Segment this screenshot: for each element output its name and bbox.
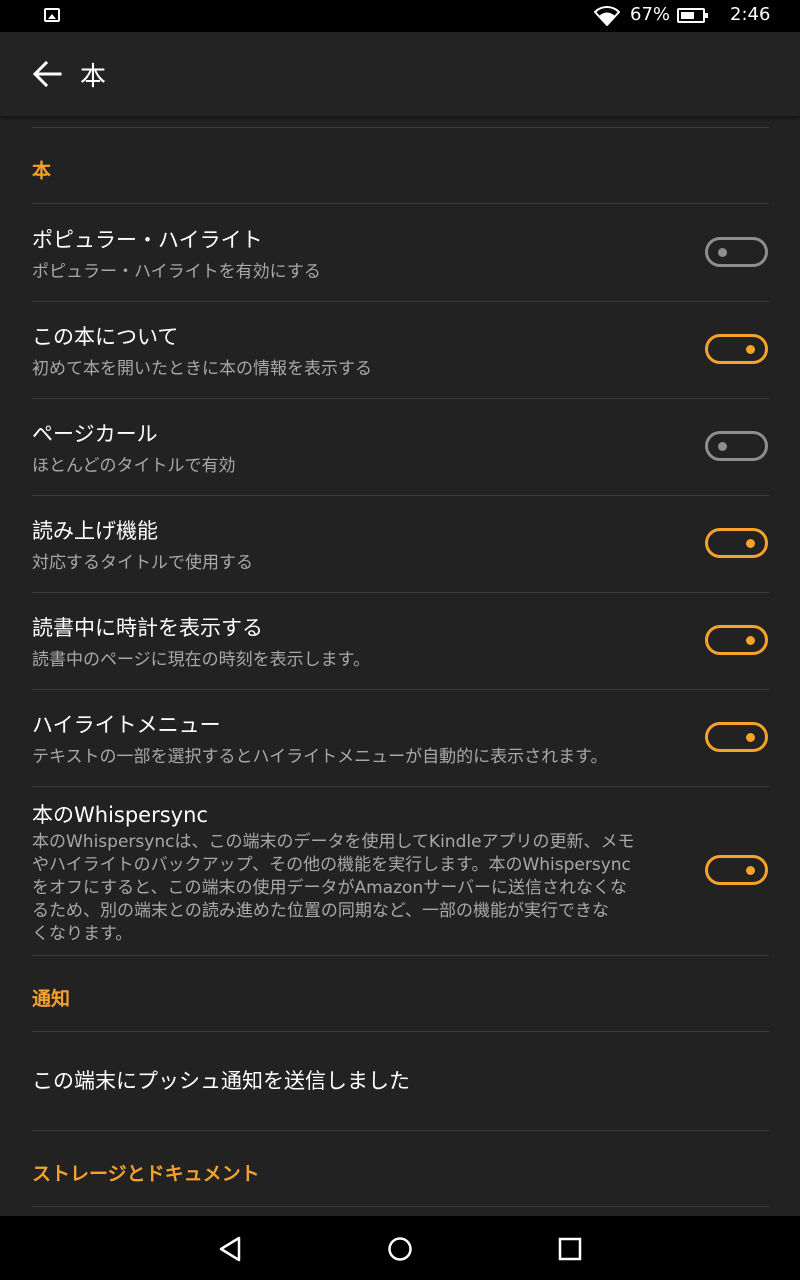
nav-back-button[interactable]	[215, 1234, 245, 1264]
setting-title: この本について	[32, 325, 179, 349]
nav-home-icon	[388, 1237, 412, 1261]
clock: 2:46	[730, 4, 771, 25]
divider	[32, 1130, 769, 1131]
nav-home-button[interactable]	[385, 1234, 415, 1264]
description-line: るため、別の端末との読み進めた位置の同期など、一部の機能が実行できな	[32, 901, 609, 921]
toggle-switch[interactable]	[705, 237, 768, 267]
notification-text: この端末にプッシュ通知を送信しました	[32, 1069, 410, 1093]
toggle-switch[interactable]	[705, 431, 768, 461]
setting-title: 読書中に時計を表示する	[32, 616, 263, 640]
setting-title: ページカール	[32, 422, 158, 446]
navigation-bar	[0, 1216, 800, 1280]
setting-subtitle: 読書中のページに現在の時刻を表示します。	[32, 650, 370, 670]
wifi-icon	[594, 6, 620, 26]
setting-title: 本のWhispersync	[32, 803, 208, 827]
divider	[32, 127, 769, 128]
setting-whispersync[interactable]: 本のWhispersync 本のWhispersyncは、この端末のデータを使用…	[0, 787, 800, 955]
back-button[interactable]	[26, 54, 70, 94]
description-line: 本のWhispersyncは、この端末のデータを使用してKindleアプリの更新…	[32, 832, 635, 852]
setting-subtitle: ほとんどのタイトルで有効	[32, 456, 236, 476]
image-icon	[44, 8, 60, 22]
page-title: 本	[80, 62, 107, 92]
divider	[32, 955, 769, 956]
description-line: やハイライトのバックアップ、その他の機能を実行します。本のWhispersync	[32, 855, 631, 875]
description-line: くなります。	[32, 924, 133, 944]
description-line: をオフにすると、この端末の使用データがAmazonサーバーに送信されなくな	[32, 878, 628, 898]
setting-title: 読み上げ機能	[32, 519, 158, 543]
setting-page-curl[interactable]: ページカール ほとんどのタイトルで有効	[0, 399, 800, 495]
setting-subtitle: テキストの一部を選択するとハイライトメニューが自動的に表示されます。	[32, 747, 608, 767]
settings-list[interactable]: 本 ポピュラー・ハイライト ポピュラー・ハイライトを有効にする この本について …	[0, 116, 800, 1216]
back-arrow-icon	[32, 60, 62, 88]
setting-popular-highlights[interactable]: ポピュラー・ハイライト ポピュラー・ハイライトを有効にする	[0, 204, 800, 301]
setting-title: ポピュラー・ハイライト	[32, 228, 263, 252]
status-bar: 67% 2:46	[0, 0, 800, 32]
toggle-switch[interactable]	[705, 625, 768, 655]
toggle-switch[interactable]	[705, 528, 768, 558]
section-header-storage: ストレージとドキュメント	[32, 1163, 260, 1185]
setting-subtitle: 初めて本を開いたときに本の情報を表示する	[32, 359, 372, 379]
battery-percent: 67%	[630, 4, 671, 25]
toggle-switch[interactable]	[705, 722, 768, 752]
nav-recents-button[interactable]	[555, 1234, 585, 1264]
toggle-switch[interactable]	[705, 334, 768, 364]
divider	[32, 1206, 769, 1207]
setting-description: 本のWhispersyncは、この端末のデータを使用してKindleアプリの更新…	[32, 831, 692, 946]
setting-about-this-book[interactable]: この本について 初めて本を開いたときに本の情報を表示する	[0, 302, 800, 398]
toggle-switch[interactable]	[705, 855, 768, 885]
setting-title: ハイライトメニュー	[32, 713, 221, 737]
setting-text-to-speech[interactable]: 読み上げ機能 対応するタイトルで使用する	[0, 496, 800, 592]
section-header-books: 本	[32, 160, 52, 182]
setting-highlight-menu[interactable]: ハイライトメニュー テキストの一部を選択するとハイライトメニューが自動的に表示さ…	[0, 690, 800, 786]
setting-show-clock[interactable]: 読書中に時計を表示する 読書中のページに現在の時刻を表示します。	[0, 593, 800, 689]
setting-subtitle: 対応するタイトルで使用する	[32, 553, 253, 573]
nav-recents-icon	[558, 1237, 582, 1261]
app-bar: 本	[0, 32, 800, 116]
nav-back-icon	[219, 1236, 241, 1262]
battery-icon	[677, 8, 708, 23]
notification-item[interactable]: この端末にプッシュ通知を送信しました	[0, 1032, 800, 1130]
section-header-notifications: 通知	[32, 988, 71, 1010]
setting-subtitle: ポピュラー・ハイライトを有効にする	[32, 262, 321, 282]
